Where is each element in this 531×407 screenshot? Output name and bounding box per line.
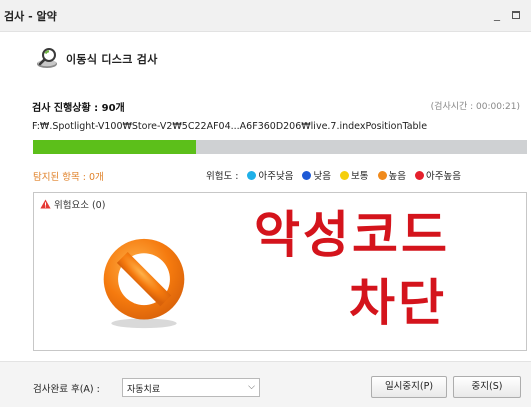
high-dot-icon (377, 171, 387, 180)
after-scan-value: 자동치료 (127, 385, 161, 395)
low-dot-icon (302, 171, 312, 180)
risk-level-label: 낮음 (313, 171, 331, 182)
chevron-down-icon: ⌵ (248, 382, 255, 392)
risk-level-high: 높음 (377, 168, 406, 182)
minimize-button[interactable]: _ (490, 6, 504, 22)
risk-level-label: 높음 (388, 171, 406, 182)
medium-dot-icon (340, 171, 349, 180)
magnifier-disk-icon (37, 48, 57, 68)
risk-level-label: 아주낮음 (258, 171, 294, 182)
risk-level-label: 아주높음 (426, 171, 461, 182)
risk-level-label: 보통 (351, 171, 369, 182)
header: 이동식 디스크 검사 (0, 32, 531, 84)
risk-legend: 위험도 : 아주낮음 낮음 보통 높음 아주높음 (206, 168, 461, 182)
after-scan-select[interactable]: 자동치료 ⌵ (122, 378, 260, 397)
risk-legend-label: 위험도 : (206, 171, 239, 182)
detected-count: 탐지된 항목 : 0개 (33, 172, 104, 183)
window-title: 검사 - 알약 (4, 10, 57, 23)
scan-progress-label: 검사 진행상황 : 90개 (32, 103, 125, 114)
warning-icon (40, 199, 51, 209)
pause-button[interactable]: 일시중지(P) (371, 376, 447, 398)
results-panel: 위험요소 (0) 악성코드 차단 (33, 192, 527, 351)
maximize-button[interactable] (509, 6, 523, 22)
risk-level-medium: 보통 (340, 168, 368, 182)
elapsed-time: (검사시간 : 00:00:21) (430, 102, 520, 112)
stop-button[interactable]: 중지(S) (453, 376, 521, 398)
scan-type-title: 이동식 디스크 검사 (66, 53, 158, 66)
risk-level-very-high: 아주높음 (415, 168, 461, 182)
risk-level-low: 낮음 (302, 168, 331, 182)
very-low-dot-icon (247, 171, 257, 180)
blocked-icon (103, 238, 185, 329)
footer: 검사완료 후(A) : 자동치료 ⌵ 일시중지(P) 중지(S) (0, 361, 531, 407)
risk-group-label: 위험요소 (0) (54, 200, 106, 211)
risk-level-very-low: 아주낮음 (247, 168, 293, 182)
current-scan-path: F:₩.Spotlight-V100₩Store-V2₩5C22AF04...A… (32, 121, 428, 132)
title-bar: 검사 - 알약 _ (0, 0, 531, 32)
maximize-icon (512, 10, 520, 19)
very-high-dot-icon (415, 171, 425, 180)
scan-status: 검사 진행상황 : 90개 (검사시간 : 00:00:21) (32, 99, 520, 114)
risk-group-header[interactable]: 위험요소 (0) (40, 197, 105, 211)
malware-blocked-text: 악성코드 (254, 206, 450, 264)
progress-fill (33, 140, 197, 154)
after-scan-label: 검사완료 후(A) : (33, 384, 100, 395)
malware-blocked-text-2: 차단 (349, 274, 447, 332)
progress-bar (33, 140, 527, 154)
